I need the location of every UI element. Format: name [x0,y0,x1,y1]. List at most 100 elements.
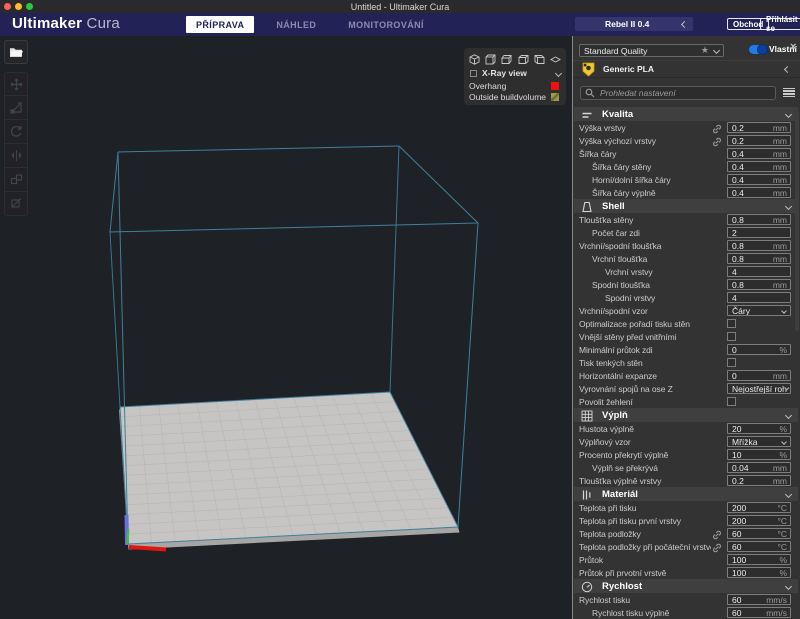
tab-nahled[interactable]: NÁHLED [266,16,326,33]
tab-priprava[interactable]: PŘÍPRAVA [186,16,254,33]
move-tool-icon[interactable] [4,72,28,96]
sign-in-button[interactable]: Přihlásit se [760,18,800,30]
setting-input[interactable]: 100% [727,554,791,565]
legend-swatch [551,93,559,101]
legend-swatch [551,82,559,90]
setting-unit: mm [773,476,790,486]
view-bottom-icon[interactable] [550,52,561,63]
setting-label: Tloušťka výplně vrstvy [573,476,727,486]
setting-label: Výplň se překrývá [573,463,727,473]
printer-name: Rebel II 0.4 [581,19,682,29]
setting-checkbox[interactable] [727,332,736,341]
setting-label: Hustota výplně [573,424,727,434]
rotate-tool-icon[interactable] [4,120,28,144]
setting-unit: mm [773,188,790,198]
setting-checkbox[interactable] [727,319,736,328]
setting-input[interactable]: 0.8mm [727,279,791,290]
view-mode-label: X-Ray view [482,68,556,78]
setting-input[interactable]: 0.4mm [727,148,791,159]
titlebar: Untitled - Ultimaker Cura [0,0,800,13]
setting-dropdown[interactable]: Mřížka [727,436,791,447]
setting-input[interactable]: 100% [727,567,791,578]
setting-row: Horizontální expanze0mm [573,369,800,382]
setting-unit: °C [777,503,790,513]
setting-input[interactable]: 0.4mm [727,161,791,172]
setting-input[interactable]: 10% [727,449,791,460]
per-model-settings-icon[interactable] [4,168,28,192]
search-input[interactable] [598,87,758,99]
setting-input[interactable]: 0mm [727,370,791,381]
setting-input[interactable]: 0.2mm [727,135,791,146]
tab-monitorovani[interactable]: MONITOROVÁNÍ [338,16,434,33]
setting-row: Procento překrytí výplně10% [573,448,800,461]
setting-input[interactable]: 0.4mm [727,174,791,185]
setting-input[interactable]: 0.8mm [727,253,791,264]
setting-label: Tloušťka stěny [573,215,727,225]
setting-input[interactable]: 0.4mm [727,187,791,198]
setting-input[interactable]: 200°C [727,515,791,526]
setting-input[interactable]: 4 [727,292,791,303]
setting-dropdown[interactable]: Čáry [727,305,791,316]
legend-row: Overhang [469,80,561,91]
setting-input[interactable]: 0.8mm [727,214,791,225]
viewport-3d[interactable]: X-Ray view OverhangOutside buildvolume [0,36,572,619]
setting-checkbox[interactable] [727,358,736,367]
setting-row: Vrchní/spodní tloušťka0.8mm [573,239,800,252]
section-title: Kvalita [602,109,786,120]
open-file-button[interactable] [4,40,28,64]
close-panel-icon[interactable]: × [790,42,796,53]
printer-selector[interactable]: Rebel II 0.4 [575,17,693,31]
setting-input[interactable]: 0.8mm [727,240,791,251]
section-header-infill[interactable]: Výplň [574,408,798,422]
setting-unit: mm [773,149,790,159]
section-title: Výplň [602,410,786,421]
chevron-down-icon [785,110,792,117]
support-blocker-icon[interactable] [4,192,28,216]
profile-row: Standard Quality ★ Vlastní × [573,36,800,60]
view-3d-icon[interactable] [469,52,480,63]
setting-visibility-menu-icon[interactable] [783,88,795,98]
profile-selector[interactable]: Standard Quality ★ [579,44,724,57]
view-mode-dropdown[interactable]: X-Ray view [469,66,561,80]
section-header-speed[interactable]: Rychlost [574,579,798,593]
section-header-material[interactable]: Materiál [574,487,798,501]
view-left-icon[interactable] [518,52,529,63]
section-header-shell[interactable]: Shell [574,199,798,213]
scrollbar-thumb[interactable] [795,111,799,331]
print-settings-panel: Standard Quality ★ Vlastní × Generic PLA [572,36,800,619]
setting-input[interactable]: 60°C [727,528,791,539]
view-options-panel: X-Ray view OverhangOutside buildvolume [464,48,566,105]
search-row [573,78,800,107]
cura-window: Untitled - Ultimaker Cura Ultimaker Cura… [0,0,800,619]
setting-row: Výplňový vzorMřížka [573,435,800,448]
setting-label: Teplota při tisku [573,503,727,513]
setting-row: Minimální průtok zdi0% [573,343,800,356]
setting-input[interactable]: 4 [727,266,791,277]
mirror-tool-icon[interactable] [4,144,28,168]
section-header-quality[interactable]: Kvalita [574,107,798,121]
quality-icon [581,108,593,120]
setting-label: Vrchní/spodní tloušťka [573,241,727,251]
setting-dropdown[interactable]: Nejostřejší roh [727,383,791,394]
chevron-down-icon [555,69,562,76]
material-selector[interactable]: Generic PLA [573,60,800,78]
view-top-icon[interactable] [501,52,512,63]
view-front-icon[interactable] [485,52,496,63]
build-volume-scene [0,36,572,619]
setting-input[interactable]: 20% [727,423,791,434]
setting-input[interactable]: 60mm/s [727,594,791,605]
setting-input[interactable]: 60°C [727,541,791,552]
setting-row: Optimalizace pořadí tisku stěn [573,317,800,330]
setting-input[interactable]: 0.04mm [727,462,791,473]
setting-input[interactable]: 0.2mm [727,122,791,133]
setting-input[interactable]: 60mm/s [727,607,791,618]
custom-mode-toggle[interactable] [749,45,767,54]
setting-checkbox[interactable] [727,397,736,406]
setting-input[interactable]: 200°C [727,502,791,513]
scale-tool-icon[interactable] [4,96,28,120]
view-right-icon[interactable] [534,52,545,63]
setting-input[interactable]: 2 [727,227,791,238]
setting-input[interactable]: 0% [727,344,791,355]
setting-input[interactable]: 0.2mm [727,475,791,486]
link-icon [711,528,723,540]
